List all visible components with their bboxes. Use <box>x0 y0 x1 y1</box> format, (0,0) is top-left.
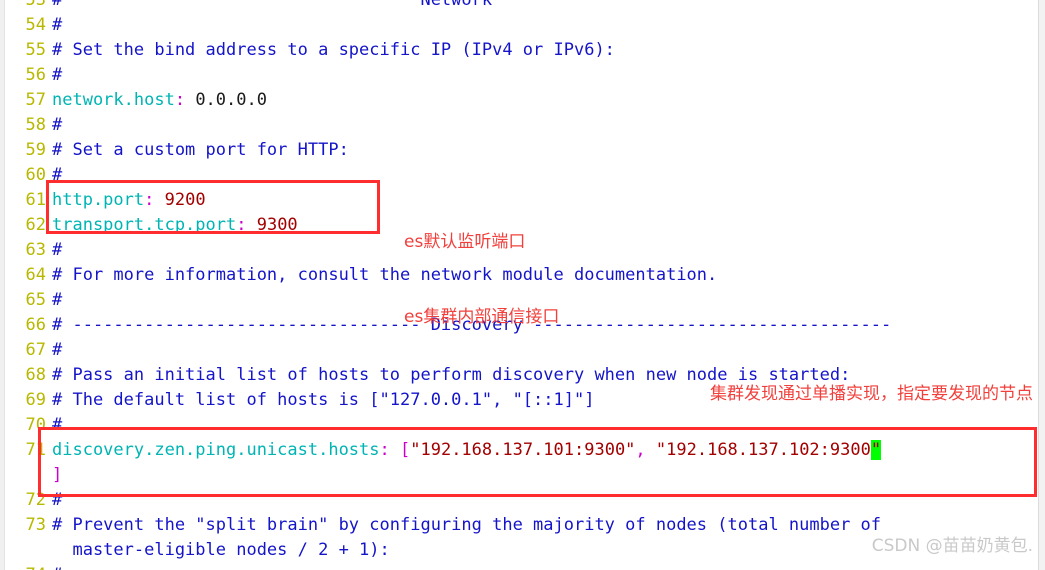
code-line[interactable]: 55 # Set the bind address to a specific I… <box>0 38 1045 63</box>
code-text[interactable]: # Set the bind address to a specific IP … <box>46 38 615 63</box>
annotation-discovery: 集群发现通过单播实现，指定要发现的节点 <box>710 384 1033 404</box>
annotation-ports: es默认监听端口 es集群内部通信接口 <box>404 180 559 380</box>
code-text[interactable]: # <box>46 413 62 438</box>
token-cursor: " <box>870 440 882 460</box>
line-number: 62 <box>25 215 46 235</box>
code-text[interactable]: http.port: 9200 <box>46 188 206 213</box>
code-text[interactable]: # The default list of hosts is ["127.0.0… <box>46 388 594 413</box>
line-number: 57 <box>25 90 46 110</box>
token-key: discovery.zen.ping.unicast.hosts <box>52 440 380 460</box>
code-text[interactable]: transport.tcp.port: 9300 <box>46 213 298 238</box>
token-colon: : <box>174 90 186 110</box>
code-text[interactable]: discovery.zen.ping.unicast.hosts: ["192.… <box>46 438 882 463</box>
token-cmt: # Network <box>52 0 493 10</box>
line-number: 70 <box>25 415 46 435</box>
code-editor[interactable]: 53 # Network 54 #55 # Set the bind address t… <box>0 0 1045 570</box>
line-number: 61 <box>25 190 46 210</box>
code-text[interactable]: # Set a custom port for HTTP: <box>46 138 349 163</box>
code-text[interactable]: # Network <box>46 0 492 13</box>
token-key: transport.tcp.port <box>52 215 237 235</box>
token-brk: [ <box>389 440 411 460</box>
token-colon: : <box>379 440 390 460</box>
line-number: 71 <box>25 440 46 460</box>
token-cmt: # <box>52 340 63 360</box>
token-key: http.port <box>52 190 145 210</box>
code-line[interactable]: 56 # <box>0 63 1045 88</box>
code-line[interactable]: 71 discovery.zen.ping.unicast.hosts: ["19… <box>0 438 1045 463</box>
line-number: 69 <box>25 390 46 410</box>
token-cmt: # <box>52 290 63 310</box>
line-number: 72 <box>25 490 46 510</box>
code-text[interactable]: # <box>46 488 62 513</box>
annotation-ports-line2: es集群内部通信接口 <box>404 307 560 327</box>
code-text[interactable]: # Prevent the "split brain" by configuri… <box>46 513 881 538</box>
line-number: 53 <box>25 0 46 10</box>
code-line[interactable]: 70 # <box>0 413 1045 438</box>
line-number: 65 <box>25 290 46 310</box>
line-number: 56 <box>25 65 46 85</box>
line-number: 73 <box>25 515 46 535</box>
token-cmt: # <box>52 240 63 260</box>
token-key: network.host <box>52 90 175 110</box>
code-text[interactable]: # <box>46 563 62 570</box>
line-number: 68 <box>25 365 46 385</box>
code-text[interactable]: ] <box>46 463 62 488</box>
line-number: 67 <box>25 340 46 360</box>
token-cmt: # Set a custom port for HTTP: <box>52 140 349 160</box>
token-cmt: # <box>52 65 63 85</box>
code-line[interactable]: 74 # <box>0 563 1045 570</box>
line-number: 63 <box>25 240 46 260</box>
token-colon: : <box>144 190 155 210</box>
code-text[interactable]: # <box>46 338 62 363</box>
token-brk: , <box>635 440 656 460</box>
code-line[interactable]: 59 # Set a custom port for HTTP: <box>0 138 1045 163</box>
token-cmt: # <box>52 565 62 570</box>
line-number: 54 <box>25 15 46 35</box>
token-cmt: # <box>52 165 63 185</box>
token-str: 9200 <box>154 190 206 210</box>
line-number: 59 <box>25 140 46 160</box>
code-line[interactable]: ] <box>0 463 1045 488</box>
token-str: 9300 <box>246 215 298 235</box>
token-cmt: master-eligible nodes / 2 + 1): <box>52 540 390 560</box>
token-cmt: # <box>52 490 63 510</box>
code-text[interactable]: # <box>46 113 62 138</box>
code-line[interactable]: 72 # <box>0 488 1045 513</box>
token-cmt: # Set the bind address to a specific IP … <box>52 40 615 60</box>
code-text[interactable]: network.host: 0.0.0.0 <box>46 88 267 113</box>
token-num: 0.0.0.0 <box>185 90 267 110</box>
token-str: "192.168.137.101:9300" <box>410 440 636 460</box>
code-line[interactable]: 54 # <box>0 13 1045 38</box>
code-line[interactable]: 58 # <box>0 113 1045 138</box>
annotation-ports-line1: es默认监听端口 <box>404 232 526 252</box>
code-text[interactable]: # <box>46 288 62 313</box>
token-cmt: # For more information, consult the netw… <box>52 265 718 285</box>
code-line[interactable]: 53 # Network <box>0 0 1045 13</box>
code-text[interactable]: # <box>46 63 62 88</box>
token-brk: ] <box>52 465 63 485</box>
line-number: 64 <box>25 265 46 285</box>
code-text[interactable]: master-eligible nodes / 2 + 1): <box>46 538 390 563</box>
csdn-watermark: CSDN @苗苗奶黄包. <box>871 536 1033 556</box>
line-number: 58 <box>25 115 46 135</box>
code-text[interactable]: # <box>46 13 62 38</box>
code-text[interactable]: # For more information, consult the netw… <box>46 263 717 288</box>
line-number: 60 <box>25 165 46 185</box>
token-colon: : <box>236 215 247 235</box>
code-line[interactable]: 57 network.host: 0.0.0.0 <box>0 88 1045 113</box>
token-cmt: # <box>52 115 63 135</box>
token-cmt: # Prevent the "split brain" by configuri… <box>52 515 882 535</box>
token-cmt: # <box>52 415 63 435</box>
code-text[interactable]: # <box>46 238 62 263</box>
token-cmt: # <box>52 15 63 35</box>
code-text[interactable]: # <box>46 163 62 188</box>
line-number: 66 <box>25 315 46 335</box>
line-number: 55 <box>25 40 46 60</box>
token-str: "192.168.137.102:9300 <box>655 440 871 460</box>
line-number: 74 <box>0 563 46 570</box>
token-cmt: # The default list of hosts is ["127.0.0… <box>52 390 595 410</box>
